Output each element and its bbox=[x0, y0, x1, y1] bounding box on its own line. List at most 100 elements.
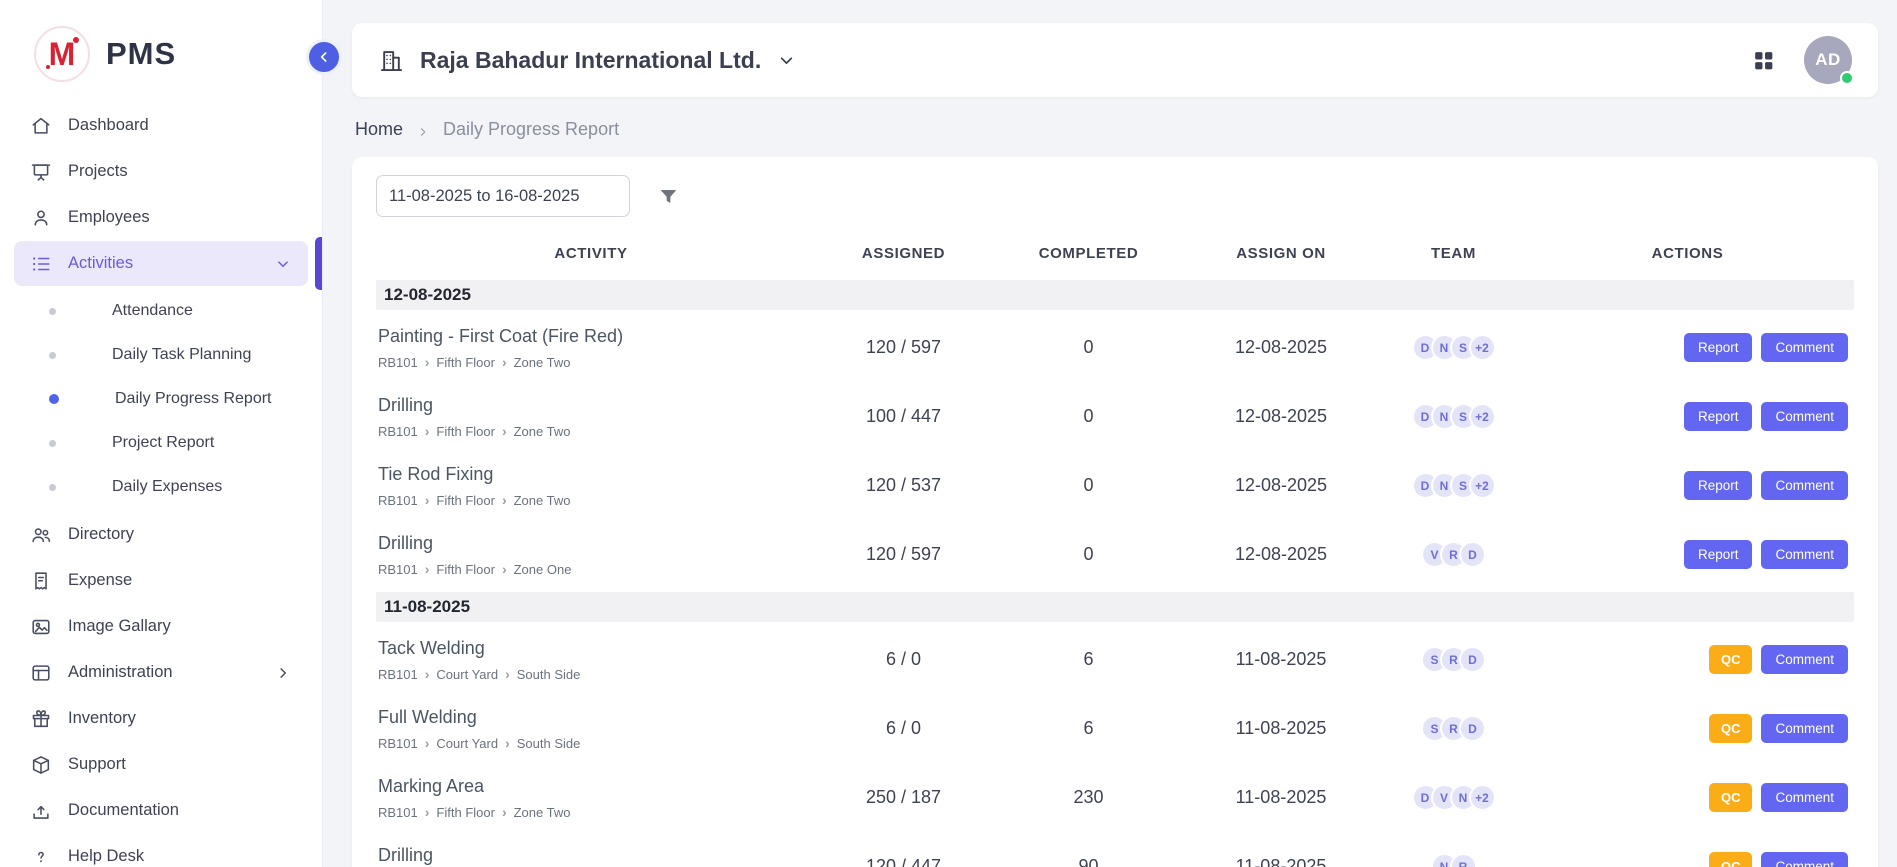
table-row: Marking Area RB101›Fifth Floor›Zone Two … bbox=[376, 763, 1854, 832]
date-range-input[interactable] bbox=[389, 187, 609, 206]
comment-button[interactable]: Comment bbox=[1761, 402, 1848, 431]
logo-dot bbox=[46, 65, 50, 69]
chevron-right-icon: › bbox=[502, 805, 507, 819]
team-avatars: DVN+2 bbox=[1386, 784, 1521, 811]
sidebar-subitem-daily-progress-report[interactable]: Daily Progress Report bbox=[0, 377, 322, 421]
report-button[interactable]: Report bbox=[1684, 402, 1753, 431]
path-segment: Fifth Floor bbox=[436, 493, 495, 508]
sidebar-item-projects[interactable]: Projects bbox=[14, 149, 308, 194]
sidebar-subitem-attendance[interactable]: Attendance bbox=[0, 289, 322, 333]
assigned-value: 120 / 597 bbox=[806, 544, 1001, 565]
sidebar-item-administration[interactable]: Administration bbox=[14, 650, 308, 695]
team-avatars: SRD bbox=[1386, 646, 1521, 673]
sidebar-item-directory[interactable]: Directory bbox=[14, 512, 308, 557]
team-member-avatar: +2 bbox=[1469, 784, 1496, 811]
apps-grid-icon[interactable] bbox=[1751, 48, 1776, 73]
column-header-completed: COMPLETED bbox=[1001, 245, 1176, 262]
path-segment: RB101 bbox=[378, 562, 418, 577]
team-member-avatar: D bbox=[1459, 646, 1486, 673]
report-button[interactable]: Report bbox=[1684, 471, 1753, 500]
sidebar-item-employees[interactable]: Employees bbox=[14, 195, 308, 240]
sidebar-item-support[interactable]: Support bbox=[14, 742, 308, 787]
activity-cell: Tie Rod Fixing RB101›Fifth Floor›Zone Tw… bbox=[376, 464, 806, 508]
sidebar-item-documentation[interactable]: Documentation bbox=[14, 788, 308, 833]
home-icon bbox=[30, 115, 52, 137]
comment-button[interactable]: Comment bbox=[1761, 714, 1848, 743]
date-range-field[interactable] bbox=[376, 175, 630, 217]
assigned-value: 250 / 187 bbox=[806, 787, 1001, 808]
receipt-icon bbox=[30, 570, 52, 592]
row-actions: QC Comment bbox=[1521, 783, 1854, 812]
filter-funnel-icon[interactable] bbox=[658, 186, 679, 207]
activity-name: Full Welding bbox=[378, 707, 806, 728]
logo-dot bbox=[73, 37, 79, 43]
comment-button[interactable]: Comment bbox=[1761, 471, 1848, 500]
table-row: Tie Rod Fixing RB101›Fifth Floor›Zone Tw… bbox=[376, 451, 1854, 520]
table-row: Drilling RB101›Fifth Floor›Zone One 120 … bbox=[376, 520, 1854, 589]
activity-path: RB101›Fifth Floor›Zone Two bbox=[378, 355, 806, 370]
table-row: Painting - First Coat (Fire Red) RB101›F… bbox=[376, 313, 1854, 382]
user-avatar[interactable]: AD bbox=[1804, 36, 1852, 84]
activity-cell: Tack Welding RB101›Court Yard›South Side bbox=[376, 638, 806, 682]
qc-button[interactable]: QC bbox=[1709, 645, 1753, 674]
assigned-value: 100 / 447 bbox=[806, 406, 1001, 427]
assign-on-value: 12-08-2025 bbox=[1176, 475, 1386, 496]
sidebar-item-label: Employees bbox=[68, 208, 292, 227]
breadcrumb-home-link[interactable]: Home bbox=[355, 119, 403, 140]
topbar: Raja Bahadur International Ltd. AD bbox=[352, 23, 1878, 97]
assigned-value: 6 / 0 bbox=[806, 649, 1001, 670]
comment-button[interactable]: Comment bbox=[1761, 645, 1848, 674]
board-icon bbox=[30, 161, 52, 183]
chevron-right-icon bbox=[274, 664, 292, 682]
sidebar-item-help-desk[interactable]: Help Desk bbox=[14, 834, 308, 867]
box-icon bbox=[30, 754, 52, 776]
sidebar-item-image-gallary[interactable]: Image Gallary bbox=[14, 604, 308, 649]
team-avatars: SRD bbox=[1386, 715, 1521, 742]
sidebar-subitem-daily-task-planning[interactable]: Daily Task Planning bbox=[0, 333, 322, 377]
completed-value: 6 bbox=[1001, 718, 1176, 739]
qc-button[interactable]: QC bbox=[1709, 852, 1753, 867]
gift-icon bbox=[30, 708, 52, 730]
sidebar-item-expense[interactable]: Expense bbox=[14, 558, 308, 603]
qc-button[interactable]: QC bbox=[1709, 714, 1753, 743]
row-actions: QC Comment bbox=[1521, 645, 1854, 674]
sidebar-item-label: Activities bbox=[68, 254, 258, 273]
qc-button[interactable]: QC bbox=[1709, 783, 1753, 812]
chevron-right-icon: › bbox=[425, 805, 430, 819]
activity-name: Painting - First Coat (Fire Red) bbox=[378, 326, 806, 347]
path-segment: RB101 bbox=[378, 667, 418, 682]
comment-button[interactable]: Comment bbox=[1761, 540, 1848, 569]
comment-button[interactable]: Comment bbox=[1761, 852, 1848, 867]
chevron-left-icon bbox=[316, 49, 332, 65]
sidebar-item-label: Inventory bbox=[68, 709, 292, 728]
activity-cell: Painting - First Coat (Fire Red) RB101›F… bbox=[376, 326, 806, 370]
comment-button[interactable]: Comment bbox=[1761, 783, 1848, 812]
sidebar-subitem-label: Daily Task Planning bbox=[112, 346, 251, 364]
chevron-right-icon: › bbox=[425, 424, 430, 438]
sidebar-subitem-daily-expenses[interactable]: Daily Expenses bbox=[0, 465, 322, 509]
sidebar-item-label: Dashboard bbox=[68, 116, 292, 135]
activity-path: RB101›Fifth Floor›Zone One bbox=[378, 562, 806, 577]
sidebar-item-activities[interactable]: Activities bbox=[14, 241, 308, 286]
bullet-icon bbox=[49, 394, 59, 404]
chevron-right-icon: › bbox=[425, 562, 430, 576]
list-icon bbox=[30, 253, 52, 275]
person-icon bbox=[30, 207, 52, 229]
building-icon bbox=[378, 47, 405, 74]
chevron-right-icon: › bbox=[425, 667, 430, 681]
path-segment: RB101 bbox=[378, 355, 418, 370]
report-button[interactable]: Report bbox=[1684, 333, 1753, 362]
completed-value: 0 bbox=[1001, 337, 1176, 358]
path-segment: Zone One bbox=[514, 562, 572, 577]
sidebar-item-inventory[interactable]: Inventory bbox=[14, 696, 308, 741]
table-row: Tack Welding RB101›Court Yard›South Side… bbox=[376, 625, 1854, 694]
comment-button[interactable]: Comment bbox=[1761, 333, 1848, 362]
table-body: 12-08-2025 Painting - First Coat (Fire R… bbox=[376, 280, 1854, 867]
report-button[interactable]: Report bbox=[1684, 540, 1753, 569]
company-selector[interactable]: Raja Bahadur International Ltd. bbox=[378, 47, 797, 74]
sidebar-item-dashboard[interactable]: Dashboard bbox=[14, 103, 308, 148]
sidebar-subitem-project-report[interactable]: Project Report bbox=[0, 421, 322, 465]
path-segment: Fifth Floor bbox=[436, 805, 495, 820]
team-member-avatar: +2 bbox=[1469, 334, 1496, 361]
sidebar-collapse-button[interactable] bbox=[306, 39, 342, 75]
